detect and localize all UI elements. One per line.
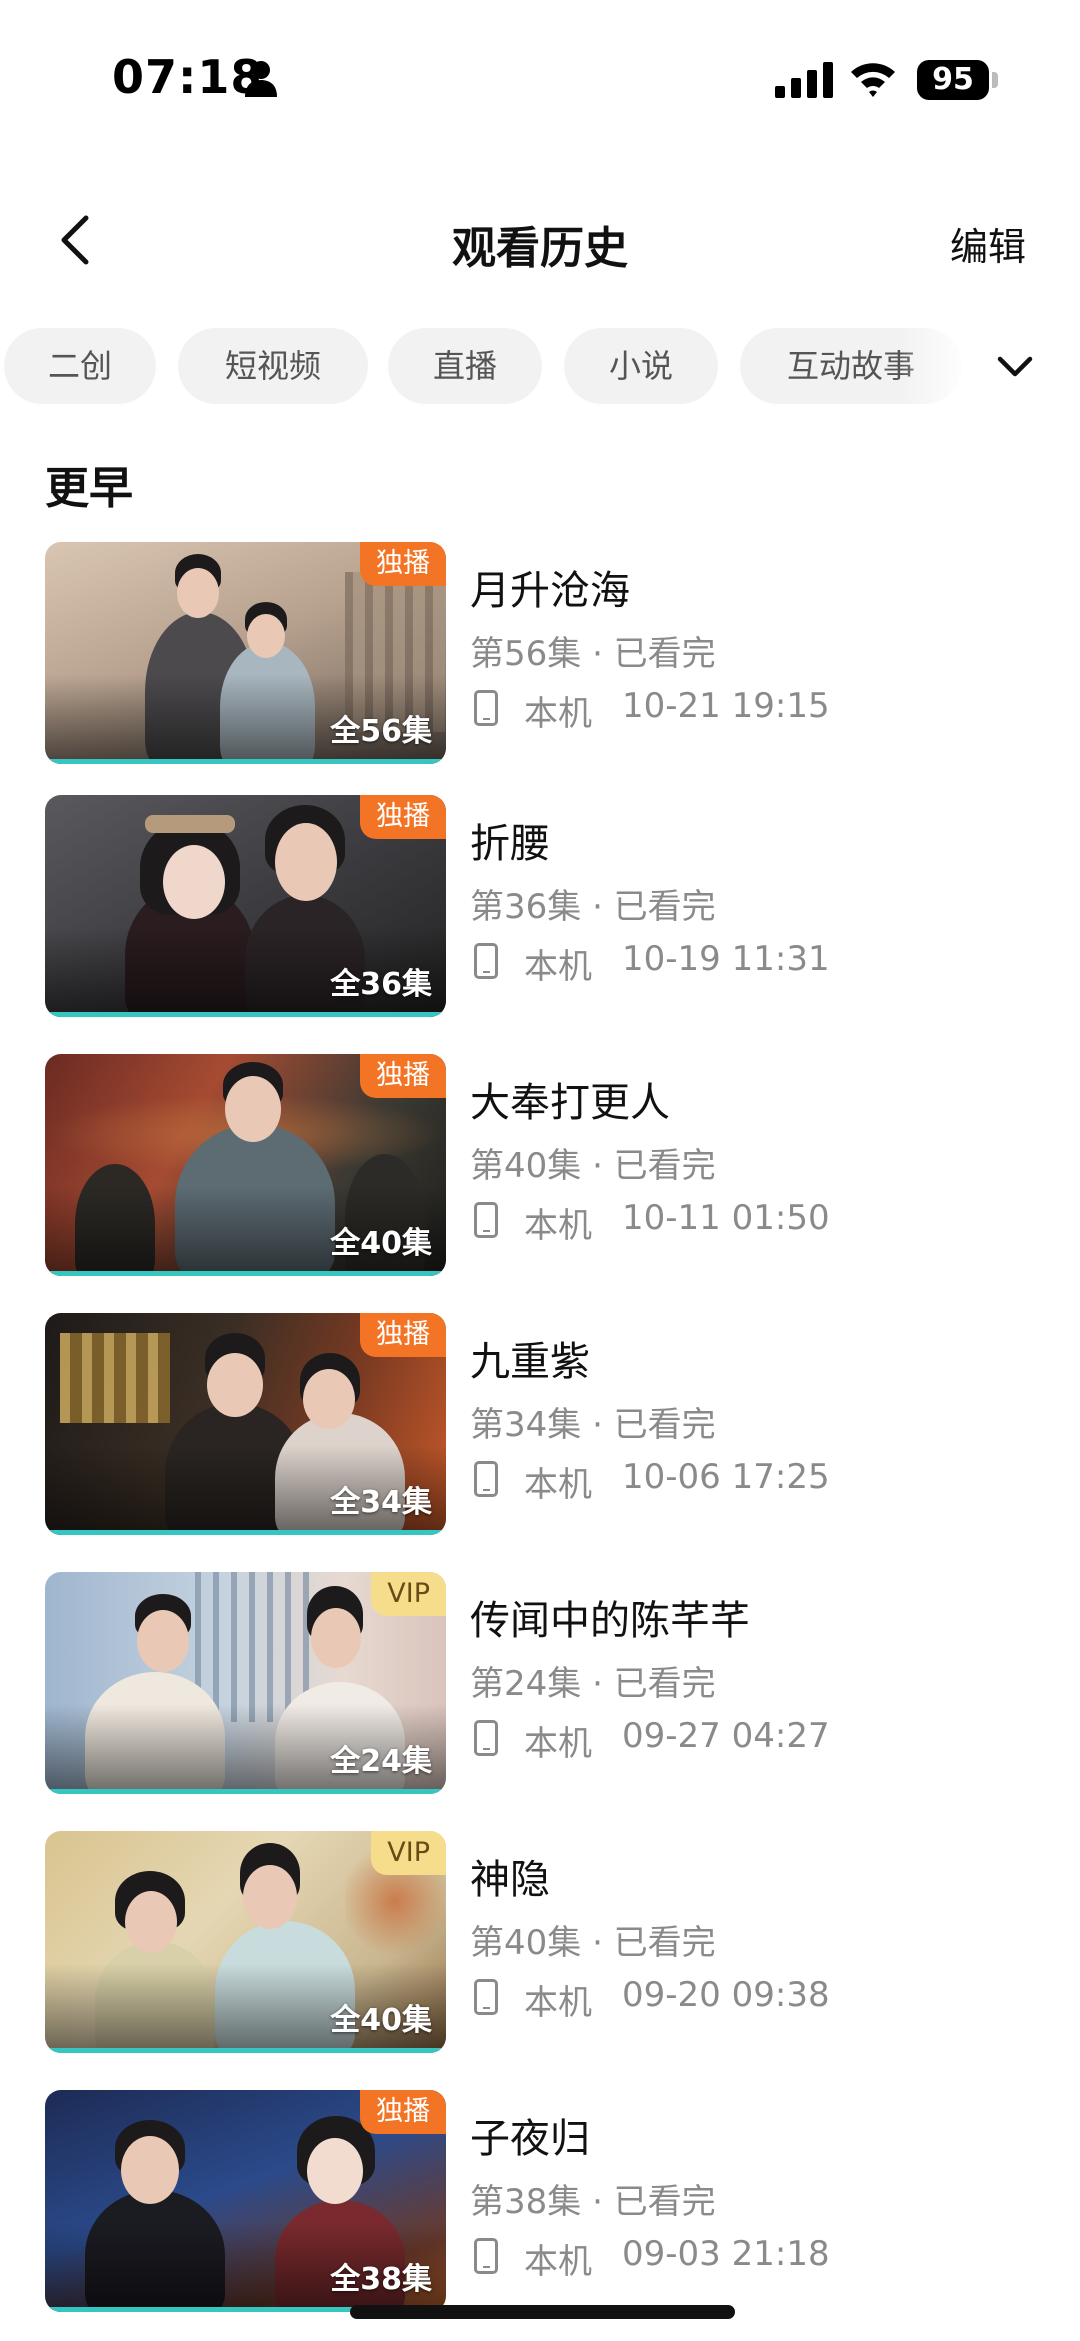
header-bar: 观看历史 编辑	[0, 190, 1080, 290]
watch-time: 10-06 17:25	[622, 1457, 830, 1497]
status-bar: 07:18 95	[0, 0, 1080, 150]
watch-progress-bar	[45, 1012, 446, 1017]
device-label: 本机	[524, 1206, 592, 1246]
item-episode-status: 第56集 · 已看完	[470, 634, 716, 674]
item-title: 传闻中的陈芊芊	[470, 1598, 750, 1644]
exclusive-badge: 独播	[360, 1054, 446, 1098]
filter-chip-remix[interactable]: 二创	[4, 328, 156, 404]
wifi-icon	[851, 63, 895, 97]
item-title: 月升沧海	[470, 568, 630, 614]
watch-progress-bar	[45, 2048, 446, 2053]
battery-tip	[992, 72, 998, 88]
edit-button[interactable]: 编辑	[950, 216, 1026, 271]
episode-total: 全34集	[330, 1485, 432, 1520]
watch-progress-bar	[45, 1789, 446, 1794]
watch-progress-bar	[45, 1530, 446, 1535]
watch-time: 09-20 09:38	[622, 1975, 830, 2015]
history-item[interactable]: VIP 全24集 传闻中的陈芊芊 第24集 · 已看完 本机 09-27 04:…	[0, 1572, 1080, 1802]
phone-icon	[474, 2238, 498, 2274]
history-item[interactable]: VIP 全40集 神隐 第40集 · 已看完 本机 09-20 09:38	[0, 1831, 1080, 2061]
episode-total: 全38集	[330, 2262, 432, 2297]
item-title: 子夜归	[470, 2116, 590, 2162]
chevron-down-icon[interactable]	[990, 342, 1040, 392]
chip-fade	[900, 328, 970, 408]
battery-indicator: 95	[917, 60, 989, 100]
watch-progress-bar	[45, 759, 446, 764]
exclusive-badge: 独播	[360, 1313, 446, 1357]
home-indicator[interactable]	[350, 2305, 735, 2319]
watch-time: 09-03 21:18	[622, 2234, 830, 2274]
vip-badge: VIP	[371, 1572, 446, 1616]
episode-total: 全40集	[330, 2003, 432, 2038]
item-episode-status: 第36集 · 已看完	[470, 887, 716, 927]
item-title: 九重紫	[470, 1339, 590, 1385]
phone-icon	[474, 1720, 498, 1756]
device-label: 本机	[524, 1983, 592, 2023]
video-thumbnail[interactable]: 独播 全56集	[45, 542, 446, 764]
page-title: 观看历史	[452, 223, 628, 274]
device-label: 本机	[524, 2242, 592, 2282]
watch-time: 10-19 11:31	[622, 939, 830, 979]
filter-chip-novel[interactable]: 小说	[564, 328, 718, 404]
item-episode-status: 第24集 · 已看完	[470, 1664, 716, 1704]
vip-badge: VIP	[371, 1831, 446, 1875]
filter-chip-live[interactable]: 直播	[388, 328, 542, 404]
exclusive-badge: 独播	[360, 2090, 446, 2134]
item-title: 神隐	[470, 1857, 550, 1903]
watch-time: 09-27 04:27	[622, 1716, 830, 1756]
status-time: 07:18	[112, 50, 264, 104]
episode-total: 全24集	[330, 1744, 432, 1779]
video-thumbnail[interactable]: 独播 全34集	[45, 1313, 446, 1535]
episode-total: 全40集	[330, 1226, 432, 1261]
watch-time: 10-11 01:50	[622, 1198, 830, 1238]
item-episode-status: 第34集 · 已看完	[470, 1405, 716, 1445]
person-icon	[245, 61, 277, 97]
device-label: 本机	[524, 1724, 592, 1764]
history-item[interactable]: 独播 全56集 月升沧海 第56集 · 已看完 本机 10-21 19:15	[0, 542, 1080, 772]
item-title: 大奉打更人	[470, 1080, 670, 1126]
filter-tabs: 二创 短视频 直播 小说 互动故事	[0, 328, 1080, 408]
video-thumbnail[interactable]: 独播 全40集	[45, 1054, 446, 1276]
history-item[interactable]: 独播 全38集 子夜归 第38集 · 已看完 本机 09-03 21:18	[0, 2090, 1080, 2320]
section-title: 更早	[45, 463, 133, 514]
exclusive-badge: 独播	[360, 795, 446, 839]
episode-total: 全36集	[330, 967, 432, 1002]
phone-icon	[474, 690, 498, 726]
phone-icon	[474, 1461, 498, 1497]
device-label: 本机	[524, 694, 592, 734]
history-item[interactable]: 独播 全34集 九重紫 第34集 · 已看完 本机 10-06 17:25	[0, 1313, 1080, 1543]
item-title: 折腰	[470, 821, 550, 867]
exclusive-badge: 独播	[360, 542, 446, 586]
phone-icon	[474, 943, 498, 979]
watch-progress-bar	[45, 1271, 446, 1276]
history-item[interactable]: 独播 全40集 大奉打更人 第40集 · 已看完 本机 10-11 01:50	[0, 1054, 1080, 1284]
video-thumbnail[interactable]: 独播 全36集	[45, 795, 446, 1017]
item-episode-status: 第40集 · 已看完	[470, 1146, 716, 1186]
filter-chip-short-video[interactable]: 短视频	[178, 328, 368, 404]
device-label: 本机	[524, 1465, 592, 1505]
video-thumbnail[interactable]: VIP 全40集	[45, 1831, 446, 2053]
device-label: 本机	[524, 947, 592, 987]
history-item[interactable]: 独播 全36集 折腰 第36集 · 已看完 本机 10-19 11:31	[0, 795, 1080, 1025]
episode-total: 全56集	[330, 714, 432, 749]
item-episode-status: 第40集 · 已看完	[470, 1923, 716, 1963]
phone-icon	[474, 1979, 498, 2015]
video-thumbnail[interactable]: VIP 全24集	[45, 1572, 446, 1794]
watch-time: 10-21 19:15	[622, 686, 830, 726]
phone-icon	[474, 1202, 498, 1238]
video-thumbnail[interactable]: 独播 全38集	[45, 2090, 446, 2312]
signal-icon	[775, 62, 833, 98]
item-episode-status: 第38集 · 已看完	[470, 2182, 716, 2222]
